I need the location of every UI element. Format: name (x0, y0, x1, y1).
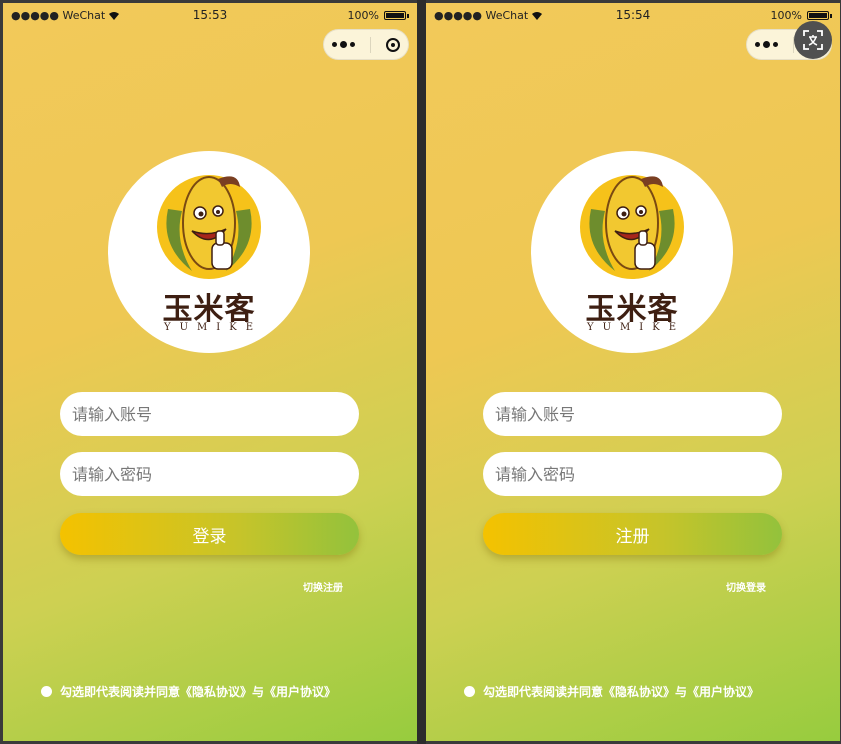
agreement-row: 勾选即代表阅读并同意《隐私协议》与《用户协议》 (41, 683, 336, 700)
battery-status: 100% (771, 9, 832, 22)
agreement-row: 勾选即代表阅读并同意《隐私协议》与《用户协议》 (464, 683, 759, 700)
battery-status: 100% (348, 9, 409, 22)
battery-icon (384, 11, 406, 20)
status-bar: ●●●●● WeChat 15:53 100% (3, 3, 417, 29)
register-button[interactable]: 注册 (483, 513, 782, 555)
more-icon[interactable] (331, 41, 355, 48)
battery-percent: 100% (770, 9, 802, 22)
account-input[interactable] (483, 392, 782, 436)
radio-icon[interactable] (464, 686, 475, 697)
window-divider (417, 0, 426, 744)
brand-name-en: YUMIKE (587, 322, 685, 333)
password-input[interactable] (60, 452, 359, 496)
miniprogram-capsule (323, 29, 409, 60)
login-button[interactable]: 登录 (60, 513, 359, 555)
brand-name-en: YUMIKE (164, 322, 262, 333)
register-screen: ●●●●● WeChat 15:54 100% 玉米客 YUMIKE 请输入账号… (426, 3, 840, 741)
brand-logo: 玉米客 YUMIKE (108, 151, 310, 353)
password-input[interactable] (483, 452, 782, 496)
battery-cap (407, 13, 409, 18)
battery-percent: 100% (347, 9, 379, 22)
switch-to-register-link[interactable]: 切换注册 (303, 579, 343, 594)
status-bar: ●●●●● WeChat 15:54 100% (426, 3, 840, 29)
switch-to-login-link[interactable]: 切换登录 (726, 579, 766, 594)
translate-icon[interactable] (794, 21, 832, 59)
battery-icon (807, 11, 829, 20)
brand-logo: 玉米客 YUMIKE (531, 151, 733, 353)
capsule-divider (369, 36, 371, 53)
battery-cap (830, 13, 832, 18)
agreement-text[interactable]: 勾选即代表阅读并同意《隐私协议》与《用户协议》 (483, 683, 759, 700)
login-screen: ●●●●● WeChat 15:53 100% 玉米客 YUMIKE 请输入账号… (3, 3, 417, 741)
radio-icon[interactable] (41, 686, 52, 697)
more-icon[interactable] (754, 41, 778, 48)
close-icon[interactable] (386, 37, 401, 52)
agreement-text[interactable]: 勾选即代表阅读并同意《隐私协议》与《用户协议》 (60, 683, 336, 700)
account-input[interactable] (60, 392, 359, 436)
